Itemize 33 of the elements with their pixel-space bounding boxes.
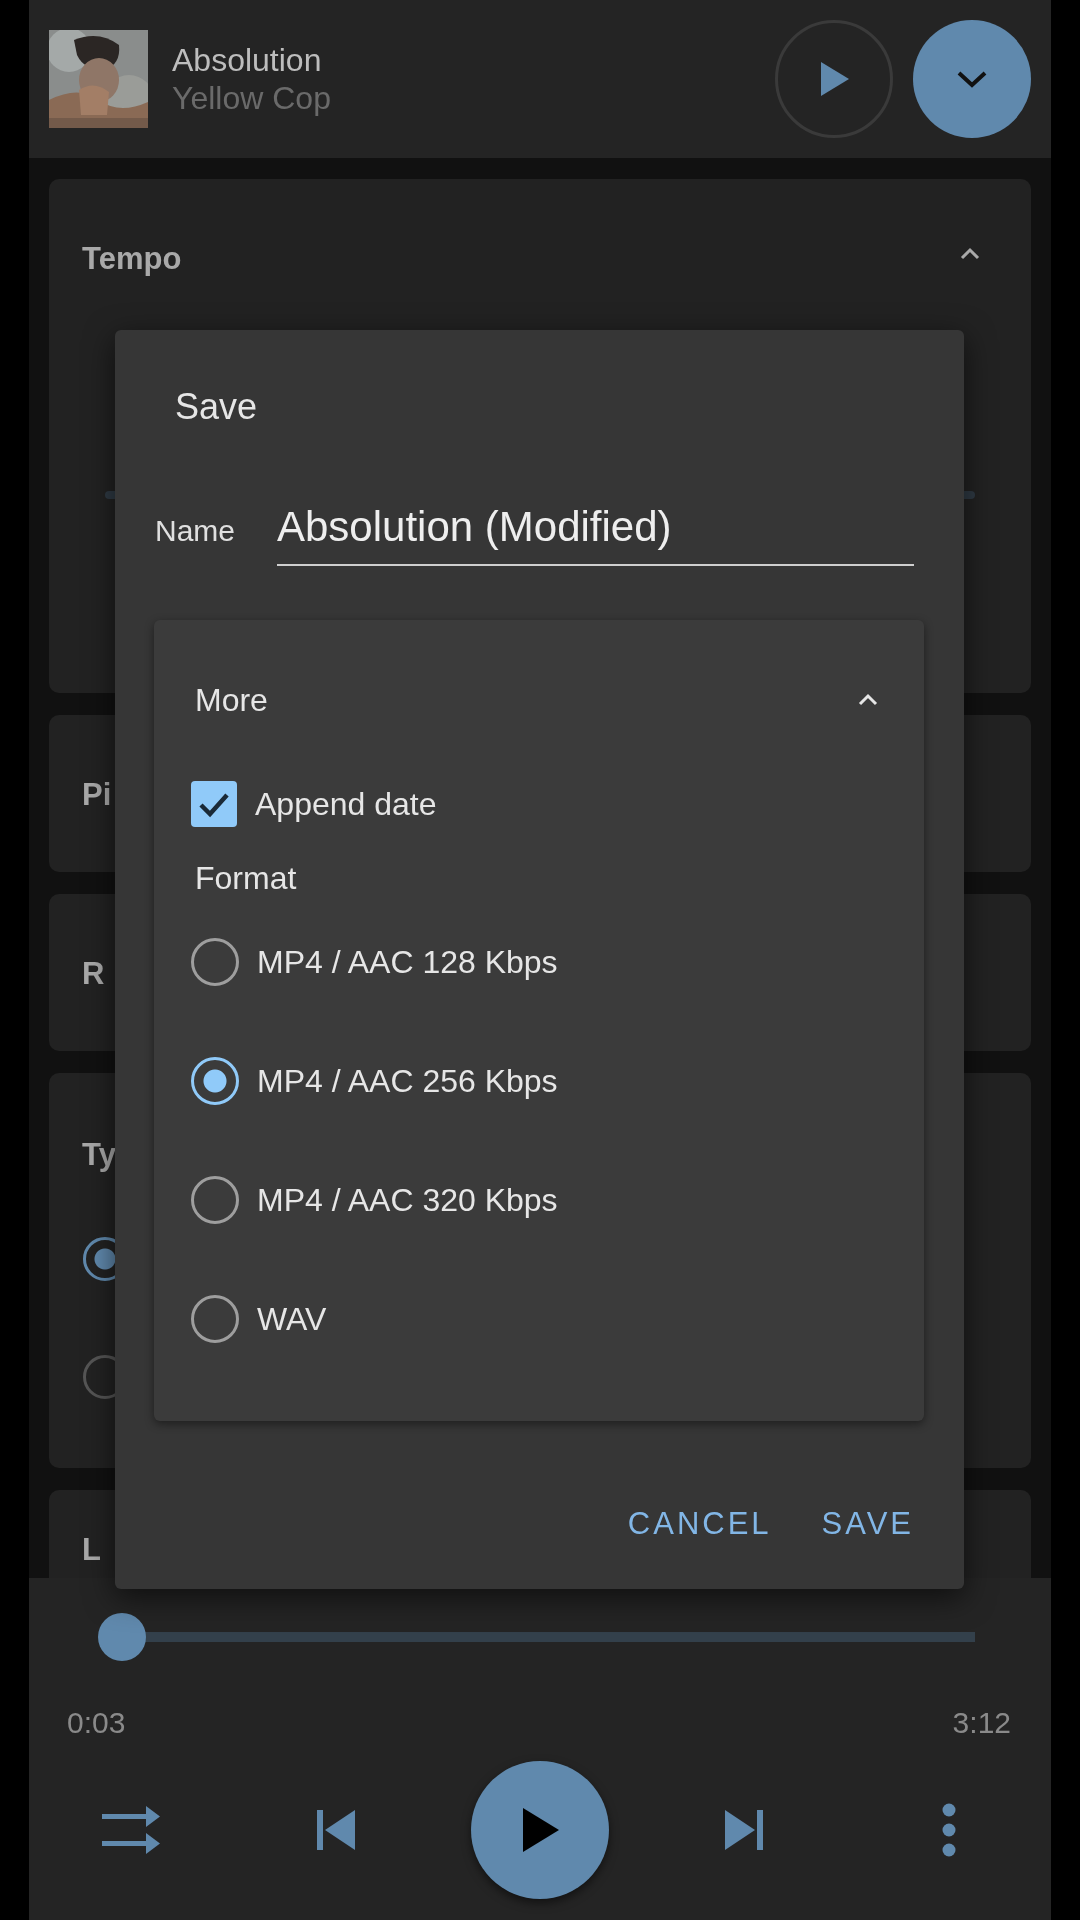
play-icon	[521, 1808, 559, 1852]
more-vertical-icon	[941, 1803, 956, 1857]
save-button[interactable]: SAVE	[821, 1496, 914, 1551]
total-time: 3:12	[952, 1705, 1011, 1741]
radio-button[interactable]	[191, 1294, 239, 1343]
radio-button[interactable]	[191, 937, 239, 986]
section-title: L	[82, 1530, 101, 1569]
artist-name: Yellow Cop	[172, 79, 332, 118]
cancel-button[interactable]: CANCEL	[627, 1496, 772, 1551]
radio-label: MP4 / AAC 320 Kbps	[257, 1180, 558, 1220]
section-title: R	[82, 954, 105, 993]
seek-thumb[interactable]	[98, 1613, 146, 1661]
section-title: Ty	[82, 1135, 116, 1174]
checkbox-label: Append date	[255, 785, 437, 824]
field-label: Name	[155, 513, 237, 549]
dialog-title: Save	[175, 385, 258, 429]
checkbox[interactable]	[191, 781, 237, 827]
section-title: Tempo	[82, 239, 182, 278]
radio-button[interactable]	[191, 1175, 239, 1224]
elapsed-time: 0:03	[67, 1705, 126, 1741]
section-label: Format	[194, 859, 298, 898]
panel-title: More	[195, 681, 268, 720]
radio-label: MP4 / AAC 256 Kbps	[257, 1061, 558, 1101]
skip-next-icon	[725, 1810, 764, 1850]
play-button[interactable]	[775, 20, 893, 138]
arrows-icon	[102, 1806, 161, 1854]
radio-label: WAV	[257, 1299, 327, 1339]
radio-button[interactable]	[191, 1056, 239, 1105]
name-field[interactable]: Absolution (Modified)	[277, 495, 914, 566]
skip-previous-icon	[316, 1810, 355, 1850]
radio-label: MP4 / AAC 128 Kbps	[257, 942, 558, 982]
song-title: Absolution	[172, 40, 323, 79]
section-title: Pi	[82, 775, 112, 814]
